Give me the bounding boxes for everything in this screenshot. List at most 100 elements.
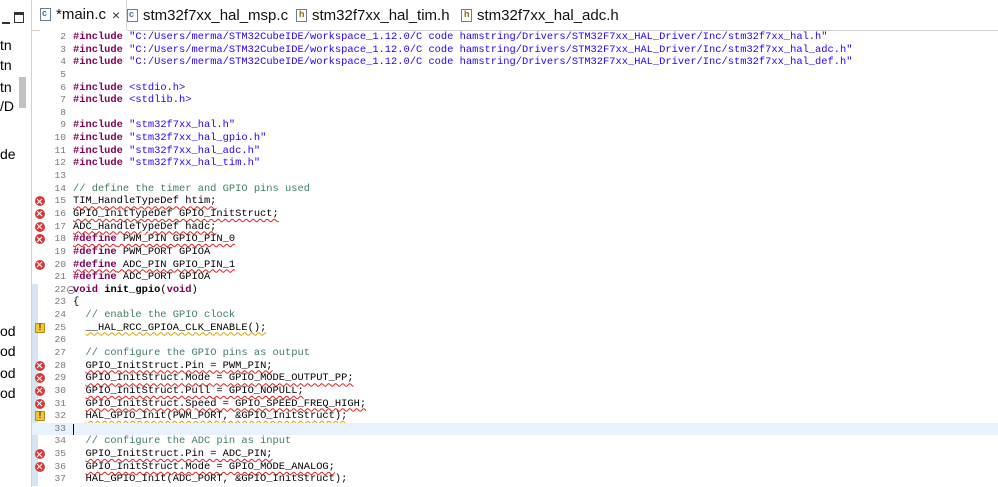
code-line[interactable]: 37 HAL_GPIO_Init(ADC_PORT, &GPIO_InitStr… [32, 473, 998, 486]
code-line[interactable]: 34 // configure the ADC pin as input [32, 435, 998, 448]
code-line[interactable]: 20 #define ADC_PIN GPIO_PIN_1 [32, 259, 998, 272]
code-line[interactable]: 21 #define ADC_PORT GPIOA [32, 271, 998, 284]
code-token: // define the timer and GPIO pins used [73, 182, 310, 195]
code-line[interactable]: 8 [32, 107, 998, 120]
code-line[interactable]: 25 __HAL_RCC_GPIOA_CLK_ENABLE(); [32, 322, 998, 335]
code-line[interactable]: 30 GPIO_InitStruct.Pull = GPIO_NOPULL; [32, 385, 998, 398]
code-line[interactable]: 17 ADC_HandleTypeDef hadc; [32, 221, 998, 234]
code-line[interactable]: 31 GPIO_InitStruct.Speed = GPIO_SPEED_FR… [32, 398, 998, 411]
code-line[interactable]: 12 #include "stm32f7xx_hal_tim.h" [32, 157, 998, 170]
code-line[interactable]: 27 // configure the GPIO pins as output [32, 347, 998, 360]
code-editor[interactable]: 2 #include "C:/Users/merma/STM32CubeIDE/w… [32, 31, 998, 487]
code-line[interactable]: 33 [32, 422, 998, 436]
close-icon[interactable]: × [112, 7, 120, 23]
code-line[interactable]: 15 TIM_HandleTypeDef htim; [32, 195, 998, 208]
code-line[interactable]: 2 #include "C:/Users/merma/STM32CubeIDE/w… [32, 31, 998, 44]
line-number: 17 [54, 220, 66, 232]
error-marker-icon[interactable] [35, 398, 45, 409]
project-explorer-panel: tn tn tn/D de od od od od [0, 0, 31, 487]
code-line[interactable]: 5 [32, 69, 998, 82]
line-number: 14 [54, 182, 66, 194]
error-marker-icon[interactable] [35, 373, 45, 384]
code-token: #include [73, 144, 123, 157]
minimize-icon[interactable] [2, 22, 10, 24]
explorer-item-label[interactable]: od [0, 365, 16, 381]
tab-label: stm32f7xx_hal_adc.h [477, 7, 619, 24]
code-line[interactable]: 13 [32, 170, 998, 183]
code-text: #include "stm32f7xx_hal_adc.h" [73, 145, 260, 158]
warning-marker-icon[interactable] [35, 322, 45, 333]
code-text: GPIO_InitTypeDef GPIO_InitStruct; [73, 208, 279, 221]
tab-file[interactable]: h stm32f7xx_hal_adc.h [461, 0, 631, 31]
error-marker-icon[interactable] [35, 259, 45, 270]
code-text: #include <stdio.h> [73, 82, 185, 95]
explorer-scrollbar[interactable] [19, 77, 26, 108]
code-text: // configure the GPIO pins as output [73, 347, 309, 360]
code-token: "C:/Users/merma/STM32CubeIDE/workspace_1… [129, 43, 853, 56]
code-line[interactable]: 7 #include <stdlib.h> [32, 94, 998, 107]
error-marker-icon[interactable] [35, 360, 45, 371]
tab-file[interactable]: h stm32f7xx_hal_tim.h [296, 0, 455, 31]
code-text: #include "C:/Users/merma/STM32CubeIDE/wo… [73, 44, 852, 57]
error-marker-icon[interactable] [35, 449, 45, 460]
tab-file[interactable]: c stm32f7xx_hal_msp.c [127, 0, 290, 31]
c-source-file-icon: c [127, 9, 138, 22]
code-token: ) [191, 283, 198, 296]
code-line[interactable]: 16 GPIO_InitTypeDef GPIO_InitStruct; [32, 208, 998, 221]
code-token: ADC_PIN GPIO_PIN_1 [116, 258, 236, 271]
code-line[interactable]: 26 [32, 334, 998, 347]
code-line[interactable]: 29 GPIO_InitStruct.Mode = GPIO_MODE_OUTP… [32, 372, 998, 385]
code-line[interactable]: 28 GPIO_InitStruct.Pin = PWM_PIN; [32, 360, 998, 373]
error-marker-icon[interactable] [35, 196, 45, 207]
line-number: 28 [54, 359, 66, 371]
explorer-item-label[interactable]: tn [0, 37, 12, 53]
error-marker-icon[interactable] [35, 234, 45, 245]
code-text: HAL_GPIO_Init(ADC_PORT, &GPIO_InitStruct… [73, 473, 347, 486]
error-marker-icon[interactable] [35, 221, 45, 232]
line-number: 15 [54, 195, 66, 207]
explorer-item-label[interactable]: od [0, 343, 16, 359]
tab-label: *main.c [56, 6, 107, 23]
code-line[interactable]: 35 GPIO_InitStruct.Pin = ADC_PIN; [32, 448, 998, 461]
code-text: // configure the ADC pin as input [73, 435, 291, 448]
code-line[interactable]: 18 #define PWM_PIN GPIO_PIN_0 [32, 233, 998, 246]
line-number: 19 [54, 245, 66, 257]
code-line[interactable]: 4 #include "C:/Users/merma/STM32CubeIDE/w… [32, 56, 998, 69]
explorer-item-label[interactable]: od [0, 385, 16, 401]
code-line[interactable]: 3 #include "C:/Users/merma/STM32CubeIDE/w… [32, 44, 998, 57]
code-token: #define [73, 271, 117, 284]
c-header-file-icon: h [461, 9, 472, 22]
explorer-item-label[interactable]: tn [0, 79, 12, 95]
code-line[interactable]: 24 // enable the GPIO clock [32, 309, 998, 322]
code-line[interactable]: 36 GPIO_InitStruct.Mode = GPIO_MODE_ANAL… [32, 461, 998, 474]
error-marker-icon[interactable] [35, 208, 45, 219]
line-number: 29 [54, 372, 66, 384]
warning-marker-icon[interactable] [35, 410, 45, 422]
maximize-icon[interactable] [14, 12, 24, 23]
code-token: "stm32f7xx_hal_gpio.h" [129, 132, 267, 145]
explorer-item-label[interactable]: od [0, 323, 16, 339]
code-line[interactable]: 6 #include <stdio.h> [32, 82, 998, 95]
code-token: GPIO_InitStruct.Pull = GPIO_NOPULL; [85, 384, 304, 397]
line-number: 34 [54, 435, 66, 447]
line-number: 13 [54, 170, 66, 182]
code-line[interactable]: 11 #include "stm32f7xx_hal_adc.h" [32, 145, 998, 158]
code-line[interactable]: 14 // define the timer and GPIO pins used [32, 183, 998, 196]
code-line[interactable]: 19 #define PWM_PORT GPIOA [32, 246, 998, 259]
code-line[interactable]: 23 { [32, 296, 998, 309]
explorer-item-label[interactable]: tn [0, 57, 12, 73]
code-line[interactable]: 22 void init_gpio(void) [32, 284, 998, 297]
line-number: 11 [54, 144, 66, 156]
code-line[interactable]: 10 #include "stm32f7xx_hal_gpio.h" [32, 132, 998, 145]
error-marker-icon[interactable] [35, 461, 45, 472]
explorer-item-label[interactable]: de [0, 146, 16, 162]
error-marker-icon[interactable] [35, 385, 45, 396]
line-number: 8 [60, 106, 66, 118]
explorer-item-label[interactable]: /D [0, 98, 14, 114]
code-line[interactable]: 32 HAL_GPIO_Init(PWM_PORT, &GPIO_InitStr… [32, 410, 998, 423]
tab-label: stm32f7xx_hal_msp.c [143, 7, 289, 24]
tab-file[interactable]: c *main.c × [40, 0, 127, 31]
code-line[interactable]: 9 #include "stm32f7xx_hal.h" [32, 119, 998, 132]
